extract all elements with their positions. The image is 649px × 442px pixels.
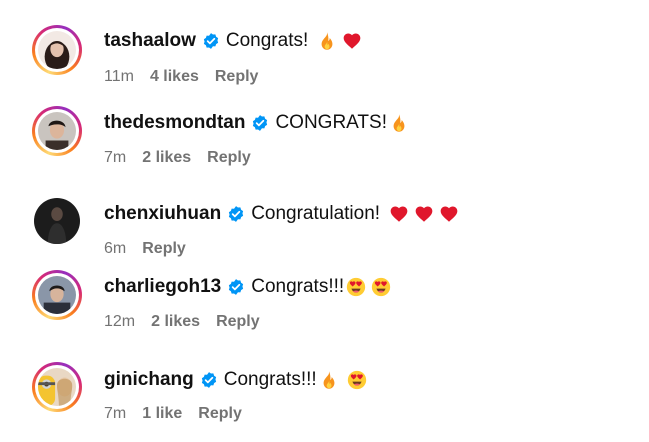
reply-button[interactable]: Reply	[142, 240, 186, 258]
username[interactable]: chenxiuhuan	[104, 203, 221, 225]
red-heart-icon	[439, 204, 459, 224]
verified-badge-icon	[227, 205, 245, 223]
heart-eyes-icon	[347, 370, 367, 390]
comment-text: Congrats!!!	[251, 276, 345, 297]
avatar-charliegoh13[interactable]	[32, 270, 82, 320]
likes-count[interactable]: 2 likes	[151, 313, 200, 331]
comment-text: CONGRATS!	[275, 112, 387, 133]
red-heart-icon	[389, 204, 409, 224]
comment-time: 7m	[104, 149, 127, 166]
reply-button[interactable]: Reply	[215, 68, 259, 86]
verified-badge-icon	[202, 32, 220, 50]
comment-item: ginichang Congrats!!! 7m 1 like Reply	[0, 350, 649, 430]
fire-icon	[317, 31, 337, 51]
fire-icon	[389, 113, 409, 133]
verified-badge-icon	[200, 371, 218, 389]
comment-time: 12m	[104, 313, 136, 330]
username[interactable]: charliegoh13	[104, 276, 221, 298]
avatar-thedesmondtan[interactable]	[32, 106, 82, 156]
heart-eyes-icon	[346, 277, 366, 297]
fire-icon	[319, 370, 339, 390]
comment-item: chenxiuhuan Congratulation! 6m Reply	[0, 186, 649, 266]
profile-photo-icon	[34, 198, 80, 244]
likes-count[interactable]: 2 likes	[142, 149, 191, 167]
username[interactable]: tashaalow	[104, 30, 196, 52]
comment-time: 7m	[104, 405, 127, 422]
reply-button[interactable]: Reply	[207, 149, 251, 167]
verified-badge-icon	[251, 114, 269, 132]
likes-count[interactable]: 1 like	[142, 405, 182, 423]
profile-photo-icon	[38, 276, 76, 314]
comment-item: tashaalow Congrats! 11m 4 likes Reply	[0, 12, 649, 92]
comment-time: 11m	[104, 68, 134, 85]
reply-button[interactable]: Reply	[198, 405, 242, 423]
comment-text: Congrats!	[225, 30, 309, 51]
profile-photo-icon	[38, 112, 76, 150]
avatar-tashaalow[interactable]	[32, 25, 82, 75]
comment-item: thedesmondtan CONGRATS! 7m 2 likes Reply	[0, 93, 649, 173]
red-heart-icon	[342, 31, 362, 51]
heart-eyes-icon	[371, 277, 391, 297]
avatar-ginichang[interactable]	[32, 362, 82, 412]
comment-item: charliegoh13 Congrats!!! 12m 2 likes Rep…	[0, 258, 649, 338]
comment-text: Congratulation!	[251, 203, 381, 224]
reply-button[interactable]: Reply	[216, 313, 260, 331]
profile-photo-icon	[38, 368, 76, 406]
comment-text: Congrats!!!	[223, 369, 317, 390]
avatar-chenxiuhuan[interactable]	[34, 198, 80, 244]
red-heart-icon	[414, 204, 434, 224]
likes-count[interactable]: 4 likes	[150, 68, 199, 86]
username[interactable]: ginichang	[104, 369, 194, 391]
verified-badge-icon	[227, 278, 245, 296]
profile-photo-icon	[38, 31, 76, 69]
username[interactable]: thedesmondtan	[104, 112, 245, 134]
comment-time: 6m	[104, 240, 127, 257]
